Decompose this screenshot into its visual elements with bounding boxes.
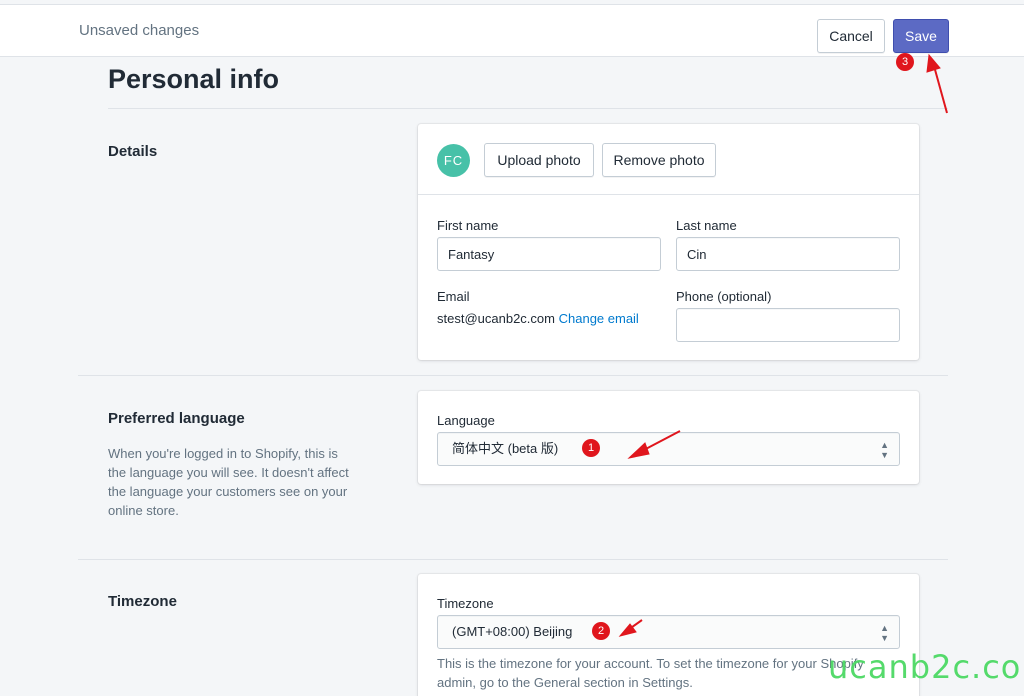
annotation-arrow-3-line <box>933 65 948 114</box>
annotation-marker-2: 2 <box>592 622 610 640</box>
watermark: ucanb2c.com <box>828 648 1024 686</box>
annotation-arrow-1-head <box>627 442 650 459</box>
annotation-arrow-3-head <box>926 53 941 73</box>
annotation-marker-1: 1 <box>582 439 600 457</box>
annotation-arrows <box>618 53 948 637</box>
